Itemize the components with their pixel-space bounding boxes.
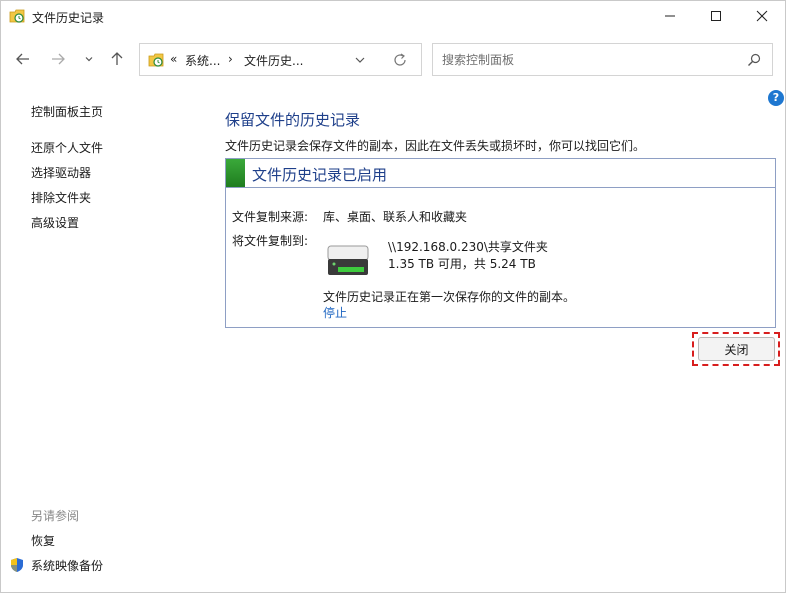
sidebar-item-select-drive[interactable]: 选择驱动器	[31, 164, 91, 181]
page-description: 文件历史记录会保存文件的副本，因此在文件丢失或损坏时，你可以找回它们。	[225, 139, 646, 153]
address-segment-system[interactable]: 系统...	[185, 52, 220, 69]
title-bar: 文件历史记录	[1, 1, 785, 33]
status-panel-header: 文件历史记录已启用	[226, 159, 775, 188]
arrow-right-icon	[52, 53, 65, 65]
recent-locations-button[interactable]	[77, 47, 101, 71]
file-history-window: 文件历史记录 « 系统... › 文件历史... 搜索控制面板 ? 控制面板主页…	[0, 0, 786, 593]
status-title: 文件历史记录已启用	[252, 166, 388, 184]
network-drive-icon	[327, 245, 369, 275]
sidebar-item-control-panel-home[interactable]: 控制面板主页	[31, 103, 103, 120]
shield-icon	[11, 558, 23, 572]
progress-note: 文件历史记录正在第一次保存你的文件的副本。	[323, 290, 576, 304]
source-value: 库、桌面、联系人和收藏夹	[323, 210, 468, 224]
status-panel: 文件历史记录已启用 文件复制来源: 库、桌面、联系人和收藏夹 将文件复制到: \…	[225, 158, 776, 328]
back-button[interactable]	[11, 47, 35, 71]
window-title: 文件历史记录	[32, 11, 105, 25]
page-title: 保留文件的历史记录	[225, 111, 361, 129]
maximize-icon	[711, 11, 721, 21]
close-window-button[interactable]	[739, 1, 785, 31]
address-separator[interactable]: ›	[228, 52, 233, 66]
address-bar[interactable]: « 系统... › 文件历史...	[139, 43, 422, 76]
arrow-left-icon	[16, 53, 29, 65]
sidebar-item-exclude-folders[interactable]: 排除文件夹	[31, 189, 91, 206]
chevron-down-icon[interactable]	[352, 52, 368, 68]
up-button[interactable]	[105, 47, 129, 71]
sidebar-item-system-image-backup[interactable]: 系统映像备份	[31, 557, 103, 574]
file-history-location-icon	[148, 53, 164, 67]
close-button[interactable]: 关闭	[698, 337, 775, 361]
stop-link[interactable]: 停止	[323, 304, 347, 321]
address-overflow[interactable]: «	[170, 52, 177, 66]
destination-label: 将文件复制到:	[232, 234, 309, 248]
see-also-header: 另请参阅	[31, 509, 80, 523]
sidebar-item-recovery[interactable]: 恢复	[31, 532, 55, 549]
minimize-icon	[665, 15, 675, 17]
maximize-button[interactable]	[693, 1, 739, 31]
drive-path: \\192.168.0.230\共享文件夹	[388, 240, 548, 254]
address-segment-file-history[interactable]: 文件历史...	[244, 52, 303, 69]
sidebar-item-restore-personal-files[interactable]: 还原个人文件	[31, 139, 103, 156]
source-label: 文件复制来源:	[232, 210, 309, 224]
sidebar-item-advanced-settings[interactable]: 高级设置	[31, 214, 79, 231]
search-icon[interactable]	[746, 52, 762, 68]
chevron-down-icon	[85, 57, 93, 62]
arrow-up-icon	[111, 52, 123, 65]
minimize-button[interactable]	[647, 1, 693, 31]
drive-space: 1.35 TB 可用，共 5.24 TB	[388, 257, 536, 271]
search-input[interactable]	[442, 51, 732, 69]
forward-button[interactable]	[46, 47, 70, 71]
search-box[interactable]	[432, 43, 773, 76]
status-indicator	[226, 159, 245, 187]
help-icon[interactable]: ?	[768, 90, 784, 106]
refresh-icon[interactable]	[392, 52, 408, 68]
close-icon	[756, 10, 768, 22]
file-history-app-icon	[9, 9, 25, 23]
